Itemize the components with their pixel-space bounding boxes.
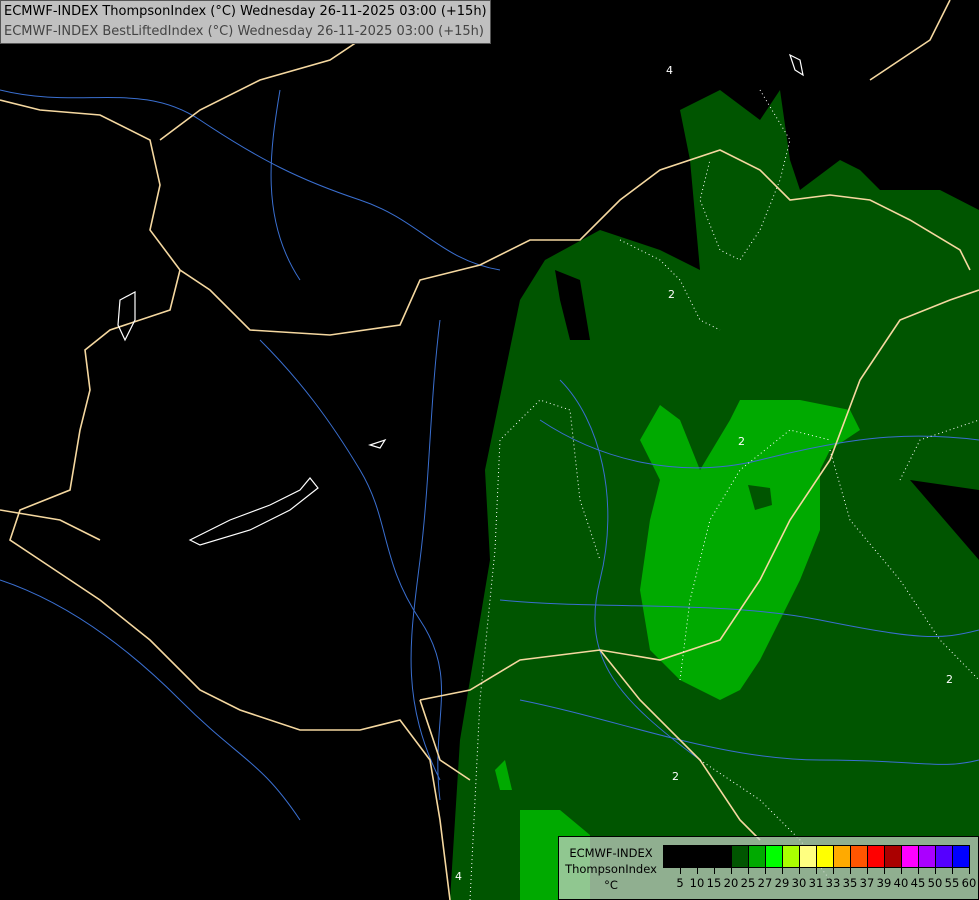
legend-tick (731, 868, 732, 874)
legend-swatch (817, 846, 834, 867)
legend-tick-label: 45 (910, 876, 926, 890)
legend-swatch (885, 846, 902, 867)
lake-balaton (188, 477, 319, 546)
legend-label: ECMWF-INDEX ThompsonIndex °C (565, 846, 657, 892)
legend-swatch (800, 846, 817, 867)
svg-text:4: 4 (455, 870, 462, 883)
legend-tick (816, 868, 817, 874)
legend-swatch (749, 846, 766, 867)
legend-tick (714, 868, 715, 874)
legend-tick-label: 25 (740, 876, 756, 890)
legend-tick (901, 868, 902, 874)
legend-swatch (715, 846, 732, 867)
legend-tick-label: 29 (774, 876, 790, 890)
legend-tick (697, 868, 698, 874)
legend-tick (765, 868, 766, 874)
legend-tick-label: 33 (825, 876, 841, 890)
legend-tick (884, 868, 885, 874)
legend-tick (782, 868, 783, 874)
legend-tick-label: 20 (723, 876, 739, 890)
color-legend: ECMWF-INDEX ThompsonIndex °C 5 10 15 20 25 27… (558, 836, 979, 900)
lake-neusiedl (117, 291, 136, 342)
title-thompson-index: ECMWF-INDEX ThompsonIndex (°C) Wednesday… (4, 4, 487, 19)
legend-tick-label: 30 (791, 876, 807, 890)
legend-tick-label: 50 (927, 876, 943, 890)
legend-swatch (698, 846, 715, 867)
legend-tick-label: 10 (689, 876, 705, 890)
legend-tick (918, 868, 919, 874)
svg-text:4: 4 (666, 64, 673, 77)
legend-swatch (851, 846, 868, 867)
legend-tick (850, 868, 851, 874)
legend-tick-label: 60 (961, 876, 977, 890)
map-canvas: 2 2 2 4 2 4 (0, 0, 979, 900)
title-best-lifted-index: ECMWF-INDEX BestLiftedIndex (°C) Wednesd… (4, 24, 484, 39)
legend-tick-label: 40 (893, 876, 909, 890)
legend-tick (867, 868, 868, 874)
legend-tick (680, 868, 681, 874)
legend-swatch (783, 846, 800, 867)
legend-tick-label: 15 (706, 876, 722, 890)
legend-swatch (766, 846, 783, 867)
legend-tick-label: 27 (757, 876, 773, 890)
legend-tick-label: 37 (859, 876, 875, 890)
legend-tick (833, 868, 834, 874)
legend-tick (748, 868, 749, 874)
legend-tick (969, 868, 970, 874)
legend-tick (935, 868, 936, 874)
legend-tick-label: 5 (676, 876, 684, 890)
legend-swatch (732, 846, 749, 867)
legend-swatch (868, 846, 885, 867)
legend-swatch (681, 846, 698, 867)
map-title: ECMWF-INDEX ThompsonIndex (°C) Wednesday… (0, 0, 491, 44)
legend-tick-label: 31 (808, 876, 824, 890)
legend-swatch (936, 846, 953, 867)
legend-color-bar (663, 845, 970, 868)
legend-tick-label: 55 (944, 876, 960, 890)
legend-tick (799, 868, 800, 874)
legend-ticks: 5 10 15 20 25 27 29 30 31 33 35 37 39 40 45 50 55 60 (663, 868, 976, 898)
legend-swatch (902, 846, 919, 867)
svg-text:2: 2 (668, 288, 675, 301)
svg-text:2: 2 (946, 673, 953, 686)
legend-tick (952, 868, 953, 874)
legend-tick-label: 35 (842, 876, 858, 890)
legend-swatch (834, 846, 851, 867)
svg-text:2: 2 (672, 770, 679, 783)
legend-swatch (919, 846, 936, 867)
legend-tick-label: 39 (876, 876, 892, 890)
legend-swatch (953, 846, 969, 867)
thompson-index-fill (450, 90, 979, 900)
weather-map: 2 2 2 4 2 4 ECMWF-INDEX ThompsonIndex (°… (0, 0, 979, 900)
svg-text:2: 2 (738, 435, 745, 448)
legend-swatch (664, 846, 681, 867)
